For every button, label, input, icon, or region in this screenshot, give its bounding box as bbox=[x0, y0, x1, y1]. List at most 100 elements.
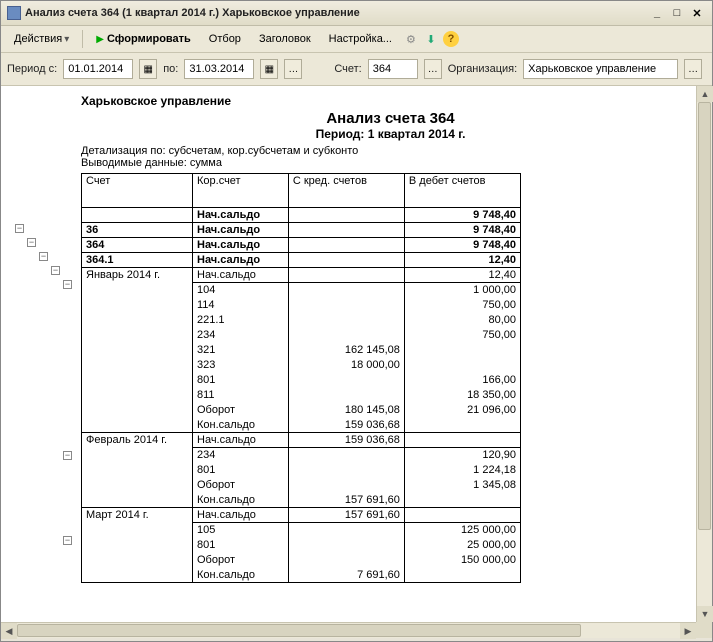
close-button[interactable]: ✕ bbox=[688, 5, 706, 21]
table-row[interactable]: 321162 145,08 bbox=[82, 343, 521, 358]
scroll-up-icon[interactable]: ▲ bbox=[697, 86, 713, 102]
tree-node[interactable]: − bbox=[63, 536, 72, 545]
filter-button[interactable]: Отбор bbox=[202, 29, 248, 49]
period-picker-icon[interactable]: … bbox=[284, 59, 302, 79]
filter-bar: Период с: ▦ по: ▦ … Счет: … Организация:… bbox=[1, 53, 712, 86]
vertical-scrollbar[interactable]: ▲ ▼ bbox=[696, 86, 712, 622]
minimize-button[interactable]: _ bbox=[648, 5, 666, 21]
cell-account bbox=[82, 403, 193, 418]
cell-account bbox=[82, 538, 193, 553]
table-row[interactable]: 234120,90 bbox=[82, 448, 521, 463]
table-row[interactable]: 114750,00 bbox=[82, 298, 521, 313]
cell-account bbox=[82, 568, 193, 583]
table-row[interactable]: Январь 2014 г.Нач.сальдо12,40 bbox=[82, 268, 521, 283]
table-row[interactable]: 80125 000,00 bbox=[82, 538, 521, 553]
cell-credit bbox=[288, 253, 404, 268]
settings-button[interactable]: Настройка... bbox=[322, 29, 399, 49]
cell-credit bbox=[288, 223, 404, 238]
scroll-down-icon[interactable]: ▼ bbox=[697, 606, 713, 622]
table-row[interactable]: 8011 224,18 bbox=[82, 463, 521, 478]
cell-cor: 801 bbox=[193, 538, 289, 553]
cell-credit bbox=[288, 238, 404, 253]
table-row[interactable]: Кон.сальдо157 691,60 bbox=[82, 493, 521, 508]
table-row[interactable]: Нач.сальдо9 748,40 bbox=[82, 208, 521, 223]
table-row[interactable]: Оборот150 000,00 bbox=[82, 553, 521, 568]
gear-icon[interactable]: ⚙ bbox=[403, 31, 419, 47]
app-icon bbox=[7, 6, 21, 20]
cell-credit: 157 691,60 bbox=[288, 508, 404, 523]
cell-debit: 9 748,40 bbox=[404, 223, 520, 238]
tree-node[interactable]: − bbox=[39, 252, 48, 261]
cell-cor: Нач.сальдо bbox=[193, 253, 289, 268]
period-to-input[interactable] bbox=[184, 59, 254, 79]
cell-account bbox=[82, 298, 193, 313]
tree-node[interactable]: − bbox=[63, 280, 72, 289]
cell-cor: Нач.сальдо bbox=[193, 268, 289, 283]
period-from-input[interactable] bbox=[63, 59, 133, 79]
cell-account: 364.1 bbox=[82, 253, 193, 268]
tree-node[interactable]: − bbox=[51, 266, 60, 275]
table-row[interactable]: 105125 000,00 bbox=[82, 523, 521, 538]
cell-cor: Оборот bbox=[193, 403, 289, 418]
table-row[interactable]: 364Нач.сальдо9 748,40 bbox=[82, 238, 521, 253]
table-row[interactable]: 234750,00 bbox=[82, 328, 521, 343]
account-input[interactable] bbox=[368, 59, 418, 79]
period-to-label: по: bbox=[163, 63, 178, 75]
cell-cor: 221.1 bbox=[193, 313, 289, 328]
cell-debit: 12,40 bbox=[404, 253, 520, 268]
tree-node[interactable]: − bbox=[27, 238, 36, 247]
table-row[interactable]: 81118 350,00 bbox=[82, 388, 521, 403]
table-row[interactable]: 364.1Нач.сальдо 12,40 bbox=[82, 253, 521, 268]
hscroll-thumb[interactable] bbox=[17, 624, 581, 637]
cell-account bbox=[82, 418, 193, 433]
table-row[interactable]: Кон.сальдо159 036,68 bbox=[82, 418, 521, 433]
cell-cor: Нач.сальдо bbox=[193, 223, 289, 238]
cell-credit bbox=[288, 208, 404, 223]
cell-account: Январь 2014 г. bbox=[82, 268, 193, 283]
calendar-to-icon[interactable]: ▦ bbox=[260, 59, 278, 79]
table-row[interactable]: 1041 000,00 bbox=[82, 283, 521, 298]
cell-debit: 18 350,00 bbox=[404, 388, 520, 403]
scroll-left-icon[interactable]: ◀ bbox=[1, 623, 17, 639]
cell-cor: Кон.сальдо bbox=[193, 493, 289, 508]
table-row[interactable]: Оборот1 345,08 bbox=[82, 478, 521, 493]
cell-account bbox=[82, 448, 193, 463]
cell-cor: Нач.сальдо bbox=[193, 508, 289, 523]
maximize-button[interactable]: □ bbox=[668, 5, 686, 21]
cell-credit: 18 000,00 bbox=[288, 358, 404, 373]
cell-credit bbox=[288, 523, 404, 538]
cell-account bbox=[82, 313, 193, 328]
account-picker-icon[interactable]: … bbox=[424, 59, 442, 79]
header-button[interactable]: Заголовок bbox=[252, 29, 318, 49]
toolbar: Действия▾ ▶ Сформировать Отбор Заголовок… bbox=[1, 26, 712, 53]
cell-debit bbox=[404, 343, 520, 358]
tree-node[interactable]: − bbox=[15, 224, 24, 233]
account-label: Счет: bbox=[334, 63, 361, 75]
table-row[interactable]: Март 2014 г.Нач.сальдо157 691,60 bbox=[82, 508, 521, 523]
table-row[interactable]: Оборот180 145,0821 096,00 bbox=[82, 403, 521, 418]
table-row[interactable]: 36Нач.сальдо9 748,40 bbox=[82, 223, 521, 238]
table-row[interactable]: 32318 000,00 bbox=[82, 358, 521, 373]
horizontal-scrollbar[interactable]: ◀ ▶ bbox=[1, 622, 696, 638]
cell-credit bbox=[288, 373, 404, 388]
form-button[interactable]: ▶ Сформировать bbox=[89, 29, 198, 49]
table-row[interactable]: Кон.сальдо7 691,60 bbox=[82, 568, 521, 583]
vscroll-thumb[interactable] bbox=[698, 102, 711, 530]
cell-cor: Оборот bbox=[193, 478, 289, 493]
tree-node[interactable]: − bbox=[63, 451, 72, 460]
cell-account bbox=[82, 493, 193, 508]
actions-menu[interactable]: Действия▾ bbox=[7, 29, 76, 49]
org-picker-icon[interactable]: … bbox=[684, 59, 702, 79]
col-account: Счет bbox=[82, 174, 193, 208]
org-input[interactable] bbox=[523, 59, 678, 79]
cell-credit: 159 036,68 bbox=[288, 418, 404, 433]
table-row[interactable]: 801166,00 bbox=[82, 373, 521, 388]
help-icon[interactable]: ? bbox=[443, 31, 459, 47]
export-icon[interactable]: ⬇ bbox=[423, 31, 439, 47]
table-row[interactable]: 221.180,00 bbox=[82, 313, 521, 328]
cell-credit: 162 145,08 bbox=[288, 343, 404, 358]
table-row[interactable]: Февраль 2014 г.Нач.сальдо159 036,68 bbox=[82, 433, 521, 448]
calendar-from-icon[interactable]: ▦ bbox=[139, 59, 157, 79]
scroll-right-icon[interactable]: ▶ bbox=[680, 623, 696, 639]
cell-account bbox=[82, 343, 193, 358]
